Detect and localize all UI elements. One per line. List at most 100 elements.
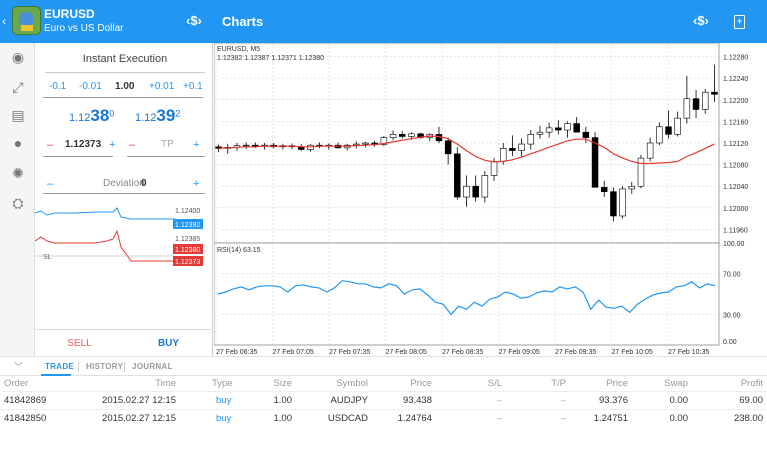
sell-price: 1.12380 <box>69 106 115 125</box>
candle-body <box>242 144 250 147</box>
symbol-title: EURUSD <box>44 7 95 21</box>
rsi-tick-label: 30.00 <box>723 312 741 319</box>
chart-icon[interactable]: ⤢ <box>10 79 26 95</box>
candle <box>454 147 461 200</box>
deviation-minus-button[interactable]: – <box>47 178 53 190</box>
candle-body <box>701 91 709 110</box>
candle-body <box>545 127 553 133</box>
candle-body <box>646 142 654 159</box>
quotes-icon[interactable]: ◉ <box>10 49 26 65</box>
volume-minus-0-01-button[interactable]: -0.01 <box>79 81 102 92</box>
time-tick-label: 27 Feb 10:35 <box>668 349 709 356</box>
deviation-plus-button[interactable]: + <box>193 178 199 190</box>
candle-body <box>665 126 672 135</box>
order-cell: 41842869 <box>0 390 72 409</box>
icon-rail: ◉ ⤢ ▤ ● ✺ ⛭ <box>0 43 35 356</box>
price-tick-label: 1.12280 <box>723 55 748 62</box>
mini-sell-label: 1.12380 <box>175 247 200 254</box>
tab-journal[interactable]: JOURNAL <box>132 362 173 371</box>
time-cell: 2015.02.27 12:15 <box>72 408 180 427</box>
order-cell: 41842850 <box>0 408 72 427</box>
price-tick-label: 1.12000 <box>723 206 748 213</box>
app-logo-icon[interactable] <box>12 6 41 35</box>
rsi-tick-label: 0.00 <box>723 339 737 346</box>
col-order: Order <box>4 378 29 390</box>
candle-body <box>711 91 718 95</box>
mini-level-label: 1.12400 <box>175 208 200 215</box>
settings-gear-icon[interactable]: ✺ <box>10 165 26 181</box>
time-cell: 2015.02.27 12:15 <box>72 390 180 409</box>
candle-body <box>610 191 617 217</box>
candle-body <box>628 185 636 190</box>
col-time: Time <box>155 378 176 390</box>
tp-minus-button[interactable]: – <box>129 139 135 151</box>
volume-minus-0-1-button[interactable]: -0.1 <box>49 81 66 92</box>
tp-field[interactable]: TP <box>161 139 174 150</box>
volume-row: -0.1 -0.01 1.00 +0.01 +0.1 <box>43 81 205 95</box>
time-tick-label: 27 Feb 06:35 <box>216 349 257 356</box>
symbol-cell: USDCAD <box>296 408 372 427</box>
collapse-chevron-icon[interactable]: ﹀ <box>14 360 23 373</box>
candle-body <box>454 153 461 198</box>
symbol-description: Euro vs US Dollar <box>44 23 124 34</box>
volume-plus-0-01-button[interactable]: +0.01 <box>149 81 174 92</box>
tab-trade[interactable]: TRADE <box>45 362 74 371</box>
chart-ohlc: 1.12382 1.12387 1.12371 1.12380 <box>217 55 324 62</box>
candle-body <box>408 133 415 137</box>
sell-button[interactable]: SELL <box>35 330 124 357</box>
time-tick-label: 27 Feb 09:05 <box>499 349 540 356</box>
candle-body <box>518 143 525 151</box>
sl-field[interactable]: 1.12373 <box>65 139 101 150</box>
price-tick-label: 1.11960 <box>723 227 748 234</box>
candle-body <box>637 157 645 187</box>
volume-plus-0-1-button[interactable]: +0.1 <box>183 81 203 92</box>
sl-plus-button[interactable]: + <box>109 139 115 151</box>
new-order-icon[interactable]: + <box>734 15 745 29</box>
tab-history[interactable]: HISTORY <box>86 362 123 371</box>
price-chart[interactable]: 1.12280 1.12240 1.12200 1.12160 1.12120 1.120… <box>214 43 767 356</box>
trade-icon[interactable]: ▤ <box>10 107 26 123</box>
symbol-switch-icon[interactable]: ‹$› <box>693 13 709 28</box>
profit-cell: 238.00 <box>692 408 767 427</box>
sl-tp-row: – 1.12373 + – TP + <box>43 139 205 155</box>
candle-body <box>591 137 599 188</box>
candle-body <box>573 123 580 133</box>
current-price-cell: 93.376 <box>570 390 632 409</box>
table-row[interactable]: 41842869 2015.02.27 12:15 buy 1.00 AUDJP… <box>0 390 767 409</box>
volume-value[interactable]: 1.00 <box>115 81 134 92</box>
col-profit: Profit <box>740 378 763 390</box>
tp-plus-button[interactable]: + <box>193 139 199 151</box>
charts-title: Charts <box>222 14 264 29</box>
trade-table: Order Time Type Size Symbol Price S/L T/… <box>0 377 767 427</box>
candle-body <box>527 134 535 145</box>
execution-mode-select[interactable]: Instant Execution <box>45 53 205 73</box>
back-arrow-icon[interactable]: ‹ <box>2 14 6 28</box>
candle-body <box>398 134 406 137</box>
candle <box>591 132 599 188</box>
col-current-price: Price <box>606 378 628 390</box>
community-icon[interactable]: ⛭ <box>10 195 26 211</box>
time-tick-label: 27 Feb 07:05 <box>273 349 314 356</box>
open-price-cell: 93.438 <box>372 390 436 409</box>
candle-body <box>389 134 397 138</box>
candle-body <box>444 140 452 155</box>
rsi-tick-label: 70.00 <box>723 272 741 279</box>
sl-minus-button[interactable]: – <box>47 139 53 151</box>
price-tick-label: 1.12120 <box>723 141 748 148</box>
buy-button[interactable]: BUY <box>124 330 213 357</box>
size-cell: 1.00 <box>244 408 296 427</box>
price-tick-label: 1.12200 <box>723 98 748 105</box>
candle-body <box>692 98 700 110</box>
candle-body <box>674 117 681 135</box>
col-tp: T/P <box>551 378 566 390</box>
price-tick-label: 1.12080 <box>723 163 748 170</box>
candle-body <box>683 98 691 119</box>
chat-icon[interactable]: ● <box>10 135 26 151</box>
dollar-arrows-icon[interactable]: ‹$› <box>186 13 202 28</box>
table-row[interactable]: 41842850 2015.02.27 12:15 buy 1.00 USDCA… <box>0 408 767 427</box>
rsi-pane <box>214 242 720 346</box>
size-cell: 1.00 <box>244 390 296 409</box>
mini-tick-chart: SL 1.12400 1.12392 1.12385 1.12380 1.123… <box>35 207 203 266</box>
deviation-value[interactable]: 0 <box>141 178 147 189</box>
tp-cell: – <box>506 408 570 427</box>
